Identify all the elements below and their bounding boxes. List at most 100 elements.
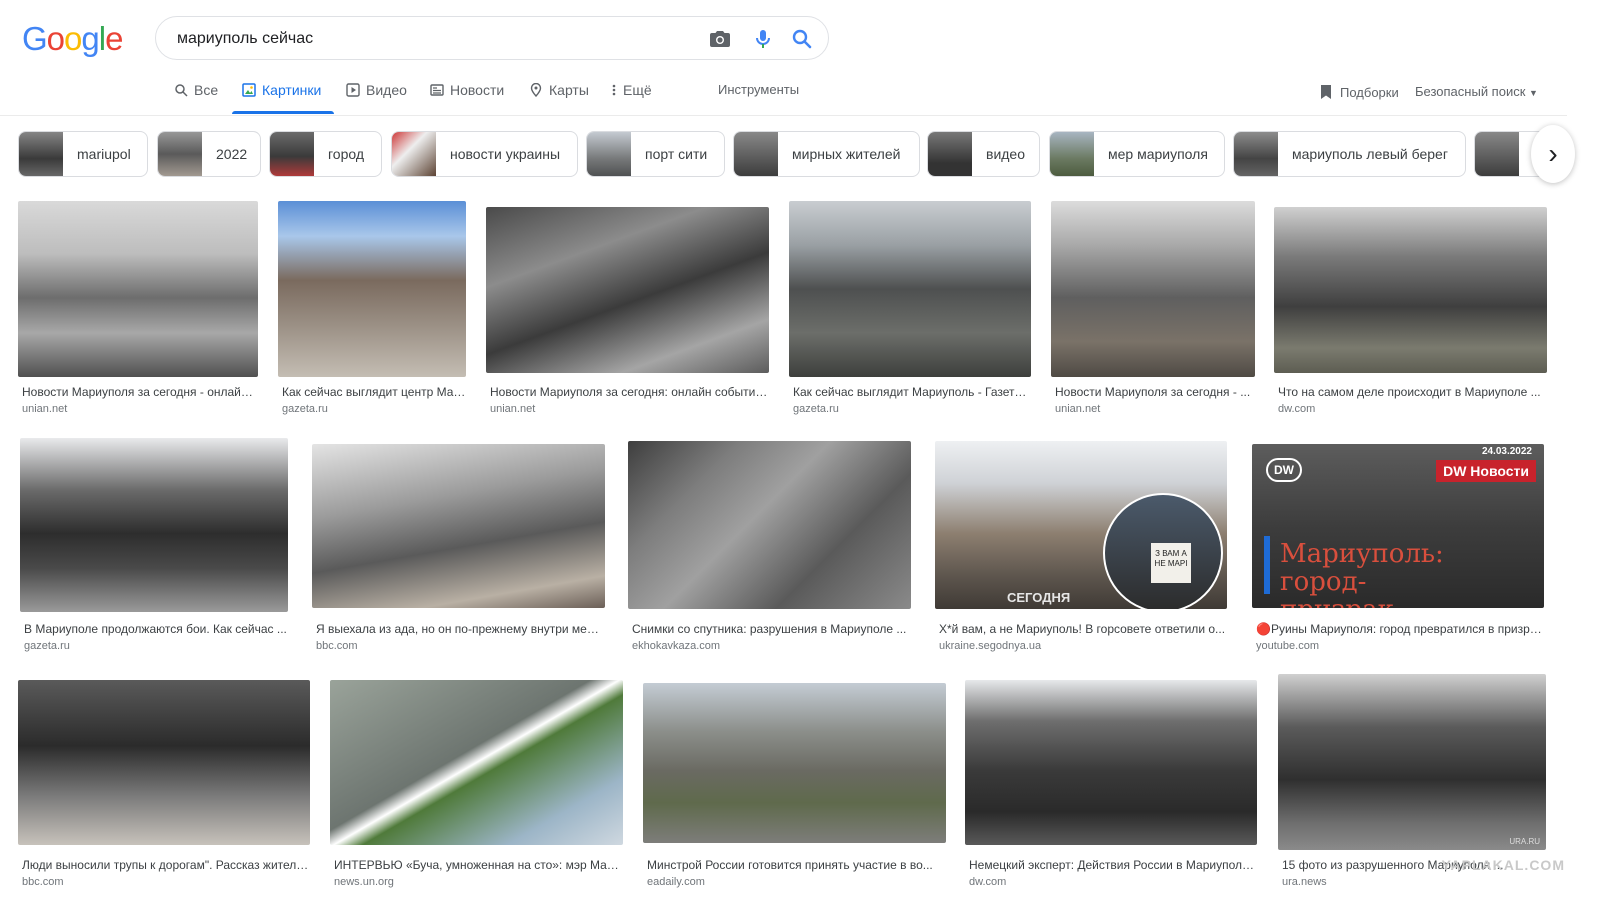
result-title[interactable]: Как сейчас выглядит центр Мариуполя ... [282, 385, 466, 399]
result-image[interactable] [330, 680, 623, 845]
result-title[interactable]: Новости Мариуполя за сегодня - онлайн со… [22, 385, 258, 399]
result-title[interactable]: Люди выносили трупы к дорогам". Рассказ … [22, 858, 310, 872]
tab-label: Все [194, 82, 219, 98]
logo-letter: e [105, 20, 123, 57]
tools-button[interactable]: Инструменты [718, 82, 799, 97]
result-title[interactable]: В Мариуполе продолжаются бои. Как сейчас… [24, 622, 288, 636]
result-image[interactable] [628, 441, 911, 609]
result-image[interactable] [486, 207, 769, 373]
chip-label: 2022 [216, 146, 248, 162]
search-icon[interactable] [790, 27, 814, 51]
result-card[interactable]: Я выехала из ада, но он по-прежнему внут… [312, 438, 605, 658]
result-source[interactable]: dw.com [969, 876, 1006, 888]
result-card[interactable]: Новости Мариуполя за сегодня - ... unian… [1051, 201, 1255, 421]
result-source[interactable]: eadaily.com [647, 876, 705, 888]
result-title[interactable]: 🔴Руины Мариуполя: город превратился в пр… [1256, 622, 1544, 636]
result-image[interactable] [643, 683, 946, 843]
chip-label: город [328, 146, 365, 162]
protest-sign: З ВАМ А НЕ МАРІ [1151, 543, 1191, 583]
map-pin-icon [530, 83, 542, 97]
result-card[interactable]: DW 24.03.2022 DW Новости Мариуполь: горо… [1252, 438, 1544, 658]
result-source[interactable]: bbc.com [22, 876, 64, 888]
result-title[interactable]: Новости Мариуполя за сегодня - ... [1055, 385, 1255, 399]
google-logo[interactable]: Google [22, 20, 123, 58]
result-image[interactable] [1274, 207, 1547, 373]
result-source[interactable]: bbc.com [316, 640, 358, 652]
search-input[interactable] [175, 29, 679, 49]
result-card[interactable]: Минстрой России готовится принять участи… [643, 680, 946, 900]
result-source[interactable]: dw.com [1278, 403, 1315, 415]
result-title[interactable]: Я выехала из ада, но он по-прежнему внут… [316, 622, 605, 636]
result-title[interactable]: Немецкий эксперт: Действия России в Мари… [969, 858, 1257, 872]
search-tabs: Все Картинки Видео Новости Карты Ещё Инс… [0, 70, 1567, 116]
result-title[interactable]: Что на самом деле происходит в Мариуполе… [1278, 385, 1547, 399]
result-card[interactable]: З ВАМ А НЕ МАРІ СЕГОДНЯ Х*й вам, а не Ма… [935, 438, 1227, 658]
result-image[interactable]: URA.RU [1278, 674, 1546, 850]
result-source[interactable]: gazeta.ru [793, 403, 839, 415]
chip-port-city[interactable]: порт сити [586, 131, 725, 177]
tab-label: Видео [366, 82, 407, 98]
result-card[interactable]: ИНТЕРВЬЮ «Буча, умноженная на сто»: мэр … [330, 680, 623, 900]
result-source[interactable]: ekhokavkaza.com [632, 640, 720, 652]
chip-thumbnail [1475, 132, 1519, 176]
chip-mayor[interactable]: мер мариуполя [1049, 131, 1225, 177]
tab-news[interactable]: Новости [430, 82, 504, 98]
chips-next-button[interactable]: › [1531, 125, 1575, 183]
result-card[interactable]: В Мариуполе продолжаются бои. Как сейчас… [20, 438, 288, 658]
dw-logo: DW [1266, 458, 1302, 482]
result-title[interactable]: Как сейчас выглядит Мариуполь - Газета.R… [793, 385, 1031, 399]
result-image[interactable] [965, 680, 1257, 845]
result-image[interactable] [1051, 201, 1255, 377]
result-card[interactable]: Немецкий эксперт: Действия России в Мари… [965, 680, 1257, 900]
chip-civilians[interactable]: мирных жителей [733, 131, 920, 177]
result-source[interactable]: gazeta.ru [282, 403, 328, 415]
chip-ukraine-news[interactable]: новости украины [391, 131, 578, 177]
chip-thumbnail [928, 132, 972, 176]
result-source[interactable]: unian.net [490, 403, 535, 415]
result-image[interactable]: DW 24.03.2022 DW Новости Мариуполь: горо… [1252, 444, 1544, 608]
result-source[interactable]: youtube.com [1256, 640, 1319, 652]
result-source[interactable]: unian.net [22, 403, 67, 415]
tab-all[interactable]: Все [174, 82, 218, 98]
result-title[interactable]: Новости Мариуполя за сегодня: онлайн соб… [490, 385, 769, 399]
result-image[interactable] [789, 201, 1031, 377]
result-card[interactable]: Снимки со спутника: разрушения в Мариупо… [628, 438, 911, 658]
result-source[interactable]: news.un.org [334, 876, 394, 888]
result-title[interactable]: ИНТЕРВЬЮ «Буча, умноженная на сто»: мэр … [334, 858, 623, 872]
result-source[interactable]: gazeta.ru [24, 640, 70, 652]
chip-mariupol[interactable]: mariupol [18, 131, 148, 177]
result-image[interactable] [278, 201, 466, 377]
result-image[interactable] [312, 444, 605, 608]
result-card[interactable]: Люди выносили трупы к дорогам". Рассказ … [18, 680, 310, 900]
result-source[interactable]: ura.news [1282, 876, 1327, 888]
result-image[interactable] [20, 438, 288, 612]
microphone-icon[interactable] [751, 27, 775, 51]
result-title[interactable]: Минстрой России готовится принять участи… [647, 858, 946, 872]
tab-video[interactable]: Видео [346, 82, 407, 98]
tab-maps[interactable]: Карты [529, 82, 589, 98]
tab-images[interactable]: Картинки [242, 82, 321, 98]
result-title[interactable]: Х*й вам, а не Мариуполь! В горсовете отв… [939, 622, 1227, 636]
chip-city[interactable]: город [269, 131, 382, 177]
result-image[interactable] [18, 680, 310, 845]
tab-more[interactable]: Ещё [611, 82, 652, 98]
result-image[interactable] [18, 201, 258, 377]
result-source[interactable]: ukraine.segodnya.ua [939, 640, 1041, 652]
ura-watermark: URA.RU [1509, 837, 1540, 846]
collections-button[interactable]: Подборки [1319, 84, 1399, 100]
camera-icon[interactable] [708, 27, 732, 51]
result-title[interactable]: Снимки со спутника: разрушения в Мариупо… [632, 622, 911, 636]
chip-video[interactable]: видео [927, 131, 1040, 177]
chip-2022[interactable]: 2022 [157, 131, 261, 177]
result-card[interactable]: Новости Мариуполя за сегодня: онлайн соб… [486, 201, 769, 421]
result-card[interactable]: Как сейчас выглядит центр Мариуполя ... … [278, 201, 466, 421]
chip-left-bank[interactable]: мариуполь левый берег [1233, 131, 1466, 177]
chip-thumbnail [19, 132, 63, 176]
result-image[interactable]: З ВАМ А НЕ МАРІ СЕГОДНЯ [935, 441, 1227, 609]
chip-thumbnail [270, 132, 314, 176]
result-card[interactable]: Что на самом деле происходит в Мариуполе… [1274, 201, 1547, 421]
result-source[interactable]: unian.net [1055, 403, 1100, 415]
safesearch-dropdown[interactable]: Безопасный поиск ▼ [1415, 84, 1538, 99]
result-card[interactable]: Как сейчас выглядит Мариуполь - Газета.R… [789, 201, 1031, 421]
result-card[interactable]: Новости Мариуполя за сегодня - онлайн со… [18, 201, 258, 421]
